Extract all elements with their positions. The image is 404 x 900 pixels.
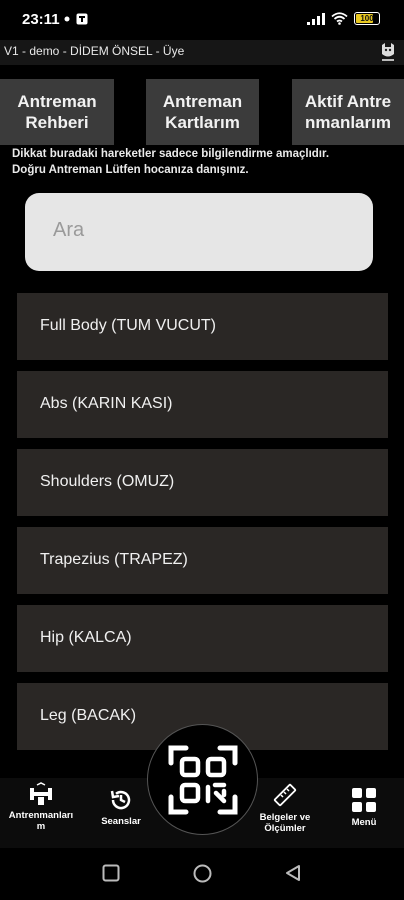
tab-training-guide-line1: Antreman: [17, 92, 97, 111]
tab-training-cards-line2: Kartlarım: [165, 113, 240, 132]
tab-training-guide-line2: Rehberi: [25, 113, 89, 132]
category-item-hip[interactable]: Hip (KALCA): [17, 605, 388, 672]
notice-line1: Dikkat buradaki hareketler sadece bilgil…: [12, 148, 330, 160]
grid-menu-icon: [352, 788, 376, 812]
category-label: Shoulders (OMUZ): [40, 473, 175, 490]
category-label: Hip (KALCA): [40, 629, 132, 646]
search-input[interactable]: Ara: [25, 193, 373, 271]
dumbbell-icon: [30, 782, 52, 805]
back-icon[interactable]: [284, 864, 302, 882]
category-label: Abs (KARIN KASI): [40, 395, 173, 412]
nav-documents-line1: Belgeler ve: [259, 812, 311, 823]
search-placeholder: Ara: [53, 219, 85, 241]
wifi-icon: [331, 12, 348, 25]
home-icon[interactable]: [193, 864, 212, 883]
notification-dot-icon: [64, 16, 70, 22]
category-label: Leg (BACAK): [40, 707, 137, 724]
tab-training-cards-line1: Antreman: [162, 92, 243, 111]
recent-apps-icon[interactable]: [102, 864, 120, 882]
ruler-icon: [273, 783, 297, 807]
nav-sessions[interactable]: Seanslar: [88, 778, 154, 848]
nav-workouts-line1: Antrenmanları: [8, 810, 74, 821]
status-bar: 23:11 100: [0, 0, 404, 40]
battery-icon: 100: [354, 12, 380, 25]
app-header: V1 - demo - DİDEM ÖNSEL - Üye: [0, 40, 404, 65]
history-icon: [110, 790, 131, 810]
nav-menu-label: Menü: [351, 817, 377, 828]
system-nav-bar: [0, 848, 404, 900]
tab-active-trainings-line1: Aktif Antre: [304, 92, 392, 111]
category-item-abs[interactable]: Abs (KARIN KASI): [17, 371, 388, 438]
category-label: Trapezius (TRAPEZ): [40, 551, 188, 568]
qr-scan-button[interactable]: [147, 724, 258, 835]
category-item-full-body[interactable]: Full Body (TUM VUCUT): [17, 293, 388, 360]
nav-workouts-line2: m: [36, 821, 46, 832]
nav-sessions-label: Seanslar: [101, 816, 141, 827]
tab-training-cards[interactable]: Antreman Kartlarım: [146, 79, 259, 145]
tab-strip: Antreman Rehberi Antreman Kartlarım Akti…: [0, 65, 404, 147]
battery-level: 100: [360, 14, 374, 23]
qr-scan-icon: [168, 745, 237, 814]
nav-documents-line2: Ölçümler: [264, 823, 306, 834]
status-right-icons: 100: [307, 12, 380, 25]
status-left-icons: [64, 13, 88, 25]
app-notification-icon: [76, 13, 88, 25]
club-logo-icon[interactable]: [380, 42, 396, 64]
category-label: Full Body (TUM VUCUT): [40, 317, 217, 334]
status-time: 23:11: [22, 11, 60, 28]
nav-workouts[interactable]: Antrenmanları m: [0, 778, 82, 848]
tab-active-trainings-line2: nmanlarım: [305, 113, 391, 132]
app-title: V1 - demo - DİDEM ÖNSEL - Üye: [4, 44, 185, 58]
nav-documents[interactable]: Belgeler ve Ölçümler: [246, 778, 324, 848]
category-item-trapezius[interactable]: Trapezius (TRAPEZ): [17, 527, 388, 594]
disclaimer-notice: Dikkat buradaki hareketler sadece bilgil…: [12, 146, 397, 178]
nav-menu[interactable]: Menü: [332, 778, 396, 848]
notice-line2: Doğru Antreman Lütfen hocanıza danışınız…: [12, 164, 249, 176]
tab-active-trainings[interactable]: Aktif Antre nmanlarım: [292, 79, 404, 145]
category-item-shoulders[interactable]: Shoulders (OMUZ): [17, 449, 388, 516]
tab-training-guide[interactable]: Antreman Rehberi: [0, 79, 114, 145]
signal-icon: [307, 12, 325, 25]
